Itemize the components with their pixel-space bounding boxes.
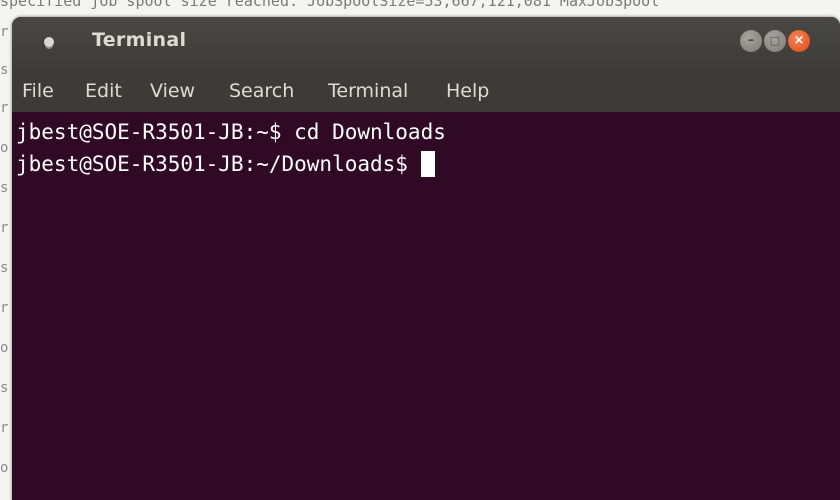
window-title: Terminal (92, 29, 187, 51)
background-edge-char: s (0, 260, 9, 276)
background-edge-char: r (0, 220, 9, 236)
text-cursor (420, 151, 435, 177)
menu-terminal[interactable]: Terminal (328, 80, 408, 102)
menu-view[interactable]: View (150, 80, 195, 102)
menu-help[interactable]: Help (446, 80, 489, 102)
terminal-line: jbest@SOE-R3501-JB:~$ cd Downloads (16, 119, 446, 145)
maximize-icon[interactable]: □ (764, 30, 786, 52)
background-edge-char: o (0, 340, 9, 356)
terminal-window: Terminal – □ × File Edit View Search Ter… (12, 17, 840, 500)
background-edge-char: r (0, 100, 9, 116)
menu-search[interactable]: Search (229, 80, 294, 102)
terminal-line-text: jbest@SOE-R3501-JB:~$ cd Downloads (16, 120, 446, 144)
background-edge-char: s (0, 62, 9, 78)
terminal-app-icon (44, 37, 54, 47)
background-text-top: specified job spool size reached. JobSpo… (0, 0, 660, 10)
background-edge-char: s (0, 180, 9, 196)
background-edge-char: o (0, 460, 9, 476)
title-bar[interactable]: Terminal – □ × (12, 17, 840, 72)
background-edge-char: r (0, 420, 9, 436)
terminal-prompt-line[interactable]: jbest@SOE-R3501-JB:~/Downloads$ (16, 151, 435, 177)
terminal-line-text: jbest@SOE-R3501-JB:~/Downloads$ (16, 152, 421, 176)
minimize-icon[interactable]: – (740, 30, 762, 52)
menu-edit[interactable]: Edit (85, 80, 122, 102)
background-edge-char: r (0, 300, 9, 316)
menu-file[interactable]: File (22, 80, 54, 102)
background-edge-char: r (0, 24, 9, 40)
close-icon[interactable]: × (788, 30, 810, 52)
menu-bar: File Edit View Search Terminal Help (12, 72, 840, 112)
terminal-output[interactable]: jbest@SOE-R3501-JB:~$ cd Downloads jbest… (12, 112, 840, 500)
background-edge-char: s (0, 380, 9, 396)
background-edge-char: o (0, 140, 9, 156)
